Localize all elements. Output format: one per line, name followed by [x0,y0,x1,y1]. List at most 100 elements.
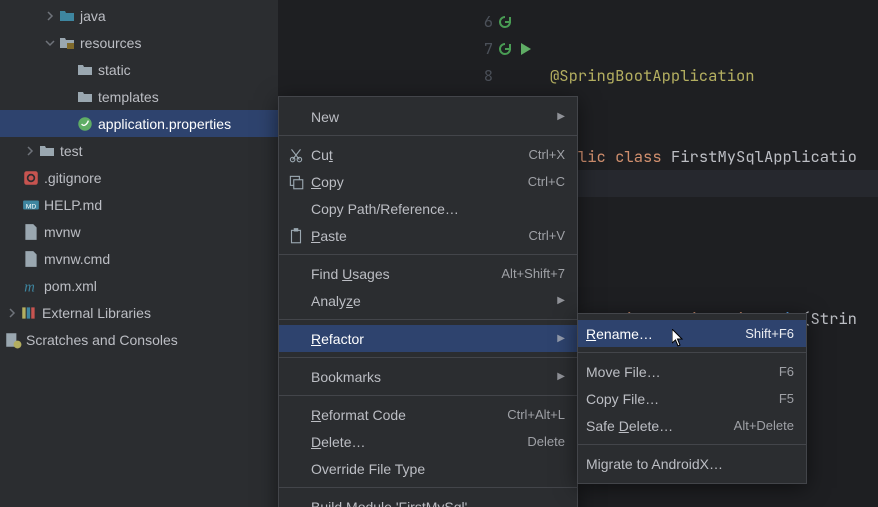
menu-item-paste[interactable]: Paste Ctrl+V [279,222,577,249]
menu-separator [279,487,577,488]
line-number: 8 [475,62,493,89]
tree-item-resources[interactable]: resources [0,29,278,56]
tree-item-templates[interactable]: templates [0,83,278,110]
tree-item-static[interactable]: static [0,56,278,83]
shortcut: F5 [779,391,794,406]
tree-label: External Libraries [42,305,151,321]
shortcut: Ctrl+X [529,147,565,162]
annotation: @SpringBootApplication [550,65,755,86]
cut-icon [287,146,305,164]
refactor-submenu[interactable]: Rename… Shift+F6 Move File… F6 Copy File… [577,313,807,484]
menu-separator [279,135,577,136]
tree-label: mvnw.cmd [44,251,110,267]
shortcut: Shift+F6 [745,326,794,341]
shortcut: Delete [527,434,565,449]
file-icon [22,223,40,241]
tree-item-test[interactable]: test [0,137,278,164]
menu-separator [578,352,806,353]
line-number: 6 [475,8,493,35]
tree-label: static [98,62,131,78]
folder-icon [58,7,76,25]
menu-item-override-file-type[interactable]: Override File Type [279,455,577,482]
folder-icon [38,142,56,160]
scratches-icon [4,331,22,349]
menu-item-build-module[interactable]: Build Module 'FirstMySql' [279,493,577,507]
tree-label: resources [80,35,141,51]
tree-item-java[interactable]: java [0,2,278,29]
submenu-item-rename[interactable]: Rename… Shift+F6 [578,320,806,347]
menu-item-copy-path[interactable]: Copy Path/Reference… [279,195,577,222]
project-tree[interactable]: java resources static templates applicat… [0,0,278,507]
mouse-cursor-icon [672,329,684,347]
submenu-item-migrate-androidx[interactable]: Migrate to AndroidX… [578,450,806,477]
folder-icon [76,88,94,106]
shortcut: Ctrl+C [528,174,565,189]
menu-item-copy[interactable]: Copy Ctrl+C [279,168,577,195]
chevron-right-icon [42,8,58,24]
svg-text:m: m [24,279,35,294]
markdown-icon: MD [22,196,40,214]
tree-label: application.properties [98,116,231,132]
tree-item-external-libraries[interactable]: External Libraries [0,299,278,326]
tree-label: templates [98,89,159,105]
chevron-right-icon [22,143,38,159]
menu-separator [279,319,577,320]
recursive-icon[interactable] [497,14,513,30]
paste-icon [287,227,305,245]
menu-item-cut[interactable]: Cut Ctrl+X [279,141,577,168]
shortcut: Alt+Shift+7 [501,266,565,281]
chevron-right-icon [4,305,20,321]
tree-label: Scratches and Consoles [26,332,178,348]
editor-gutter: 6 7 8 [469,0,539,89]
tree-item-pom-xml[interactable]: m pom.xml [0,272,278,299]
gitignore-icon [22,169,40,187]
menu-separator [578,444,806,445]
copy-icon [287,173,305,191]
tree-item-help-md[interactable]: MD HELP.md [0,191,278,218]
submenu-item-safe-delete[interactable]: Safe Delete… Alt+Delete [578,412,806,439]
file-icon [22,250,40,268]
recursive-icon[interactable] [497,41,513,57]
folder-icon [76,61,94,79]
submenu-item-move-file[interactable]: Move File… F6 [578,358,806,385]
menu-item-delete[interactable]: Delete… Delete [279,428,577,455]
run-icon[interactable] [517,41,533,57]
submenu-arrow-icon: ▶ [557,371,565,382]
menu-item-new[interactable]: New ▶ [279,103,577,130]
svg-text:MD: MD [26,203,37,210]
tree-label: test [60,143,83,159]
menu-separator [279,357,577,358]
tree-item-gitignore[interactable]: .gitignore [0,164,278,191]
menu-item-bookmarks[interactable]: Bookmarks ▶ [279,363,577,390]
menu-separator [279,395,577,396]
menu-item-analyze[interactable]: Analyze ▶ [279,287,577,314]
line-number: 7 [475,35,493,62]
menu-item-find-usages[interactable]: Find Usages Alt+Shift+7 [279,260,577,287]
tree-label: mvnw [44,224,81,240]
submenu-arrow-icon: ▶ [557,295,565,306]
chevron-down-icon [42,35,58,51]
shortcut: Ctrl+V [529,228,565,243]
libraries-icon [20,304,38,322]
tree-item-scratches[interactable]: Scratches and Consoles [0,326,278,353]
tree-label: pom.xml [44,278,97,294]
submenu-arrow-icon: ▶ [557,111,565,122]
resources-folder-icon [58,34,76,52]
submenu-item-copy-file[interactable]: Copy File… F5 [578,385,806,412]
maven-icon: m [22,277,40,295]
tree-item-application-properties[interactable]: application.properties [0,110,278,137]
shortcut: F6 [779,364,794,379]
tree-item-mvnw-cmd[interactable]: mvnw.cmd [0,245,278,272]
shortcut: Alt+Delete [734,418,794,433]
menu-separator [279,254,577,255]
menu-item-reformat-code[interactable]: Reformat Code Ctrl+Alt+L [279,401,577,428]
menu-item-refactor[interactable]: Refactor ▶ [279,325,577,352]
spring-config-icon [76,115,94,133]
tree-item-mvnw[interactable]: mvnw [0,218,278,245]
tree-label: .gitignore [44,170,102,186]
submenu-arrow-icon: ▶ [557,333,565,344]
context-menu[interactable]: New ▶ Cut Ctrl+X Copy Ctrl+C Copy Path/R… [278,96,578,507]
shortcut: Ctrl+Alt+L [507,407,565,422]
tree-label: HELP.md [44,197,102,213]
tree-label: java [80,8,106,24]
